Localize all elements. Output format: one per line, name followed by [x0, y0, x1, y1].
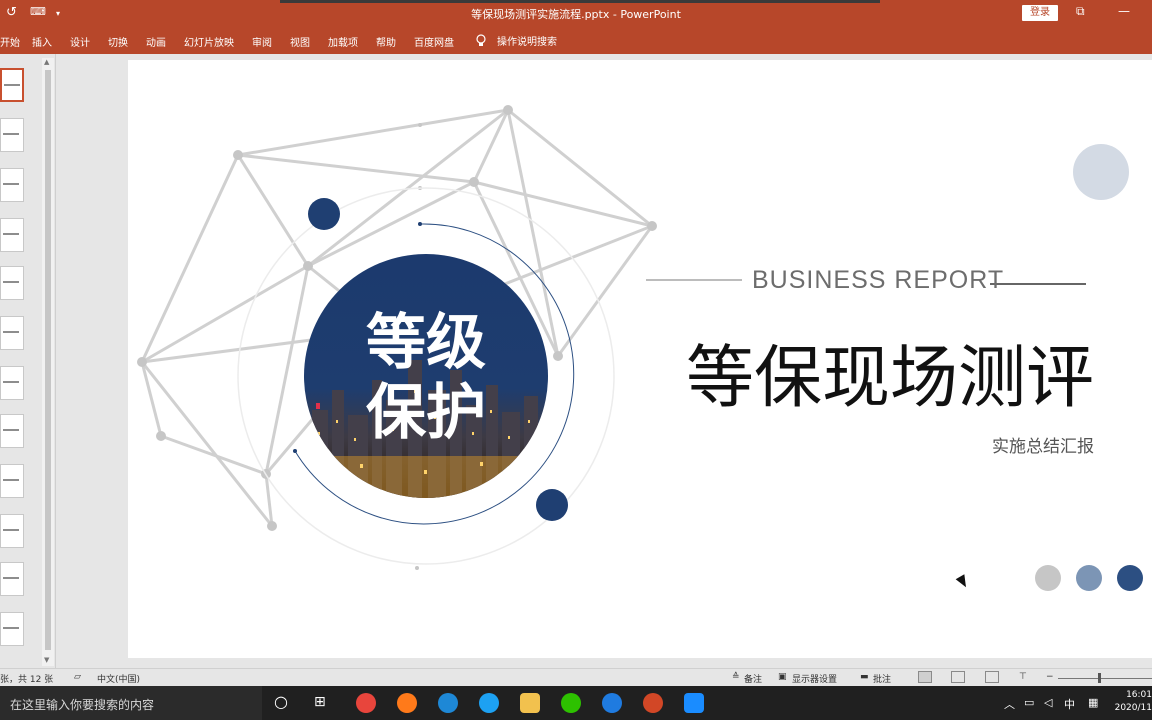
powerpoint-icon[interactable]: [643, 693, 663, 713]
display-settings-icon[interactable]: ▣: [778, 672, 787, 682]
slide-canvas[interactable]: 等级 保护 BUSINESS REPORT 等保现场测评 实施总结汇报: [128, 60, 1152, 658]
spellcheck-icon[interactable]: ▱: [74, 672, 81, 682]
ime-indicator[interactable]: 中: [1064, 696, 1075, 712]
grey-dot: [1035, 565, 1061, 591]
zoom-out-icon[interactable]: −: [1046, 672, 1054, 682]
comments-icon[interactable]: ▬: [860, 672, 869, 682]
battery-icon[interactable]: ▭: [1024, 696, 1034, 709]
task-view-icon[interactable]: ⊞: [314, 694, 326, 710]
clock-date: 2020/11: [1114, 703, 1152, 713]
thumbnail-scrollbar[interactable]: ▲ ▼: [42, 58, 54, 666]
keyboard-layout-icon[interactable]: ▦: [1088, 696, 1098, 709]
window-title: 等保现场测评实施流程.pptx - PowerPoint: [471, 8, 681, 21]
notes-button[interactable]: 备注: [744, 672, 762, 685]
lightbulb-icon: [476, 34, 486, 46]
taskbar-clock[interactable]: 16:01 2020/11: [1110, 689, 1152, 715]
tab-review[interactable]: 审阅: [252, 34, 272, 49]
display-settings-button[interactable]: 显示器设置: [792, 672, 837, 685]
internet-explorer-icon[interactable]: [479, 693, 499, 713]
tab-design[interactable]: 设计: [70, 34, 90, 49]
slide-thumbnail[interactable]: [0, 464, 24, 498]
slide-thumbnail[interactable]: [0, 562, 24, 596]
taskbar-search-placeholder: 在这里输入你要搜索的内容: [10, 698, 155, 712]
calendar-app-icon[interactable]: [684, 693, 704, 713]
navy-dot: [308, 198, 340, 230]
title-bar: ↺ ⌨ ▾ 等保现场测评实施流程.pptx - PowerPoint 登录 ⧉ …: [0, 0, 1152, 28]
slide-thumbnail[interactable]: [0, 414, 24, 448]
edge-icon[interactable]: [438, 693, 458, 713]
tab-help[interactable]: 帮助: [376, 34, 396, 49]
slide-title[interactable]: 等保现场测评: [686, 322, 1094, 421]
business-report-text[interactable]: BUSINESS REPORT: [752, 266, 1004, 295]
zoom-slider-handle[interactable]: [1098, 673, 1101, 683]
slide-thumbnail[interactable]: [0, 118, 24, 152]
windows-taskbar: 在这里输入你要搜索的内容 ○ ⊞ ︿ ▭ ◁ 中 ▦ 16:01 2020/11: [0, 686, 1152, 720]
slide-thumbnail[interactable]: [0, 514, 24, 548]
badge-line-1: 等级: [366, 308, 486, 378]
chrome-icon[interactable]: [356, 693, 376, 713]
notes-icon[interactable]: ≙: [732, 672, 740, 682]
slide-count: 张，共 12 张: [0, 675, 54, 685]
ribbon-display-options-icon[interactable]: ⧉: [1076, 4, 1085, 19]
badge-text[interactable]: 等级 保护: [304, 308, 548, 448]
normal-view-icon[interactable]: [918, 671, 932, 683]
status-bar: 张，共 12 张 ▱ 中文(中国) ≙ 备注 ▣ 显示器设置 ▬ 批注 ⊤ −: [0, 668, 1152, 686]
navy-dot: [536, 489, 568, 521]
slide-subtitle[interactable]: 实施总结汇报: [992, 432, 1094, 457]
tab-baidu-netdisk[interactable]: 百度网盘: [414, 34, 454, 49]
tell-me-search[interactable]: 操作说明搜索: [497, 33, 557, 48]
slide-thumbnail[interactable]: [0, 168, 24, 202]
tray-expand-icon[interactable]: ︿: [1004, 696, 1015, 712]
slide-thumbnail[interactable]: [0, 68, 24, 102]
firefox-icon[interactable]: [397, 693, 417, 713]
tab-insert[interactable]: 插入: [32, 34, 52, 49]
ribbon-tabs: 开始 插入 设计 切换 动画 幻灯片放映 审阅 视图 加载项 帮助 百度网盘 操…: [0, 28, 1152, 54]
comments-button[interactable]: 批注: [873, 672, 891, 685]
tab-animations[interactable]: 动画: [146, 34, 166, 49]
clock-time: 16:01: [1126, 690, 1152, 700]
dark-blue-dot: [1117, 565, 1143, 591]
zoom-slider[interactable]: [1058, 678, 1152, 679]
tab-transitions[interactable]: 切换: [108, 34, 128, 49]
slide-thumbnail[interactable]: [0, 612, 24, 646]
scroll-down-icon[interactable]: ▼: [44, 656, 49, 664]
reading-view-icon[interactable]: [985, 671, 999, 683]
title-bar-accent: [280, 0, 880, 3]
light-blue-circle: [1073, 144, 1129, 200]
tab-addins[interactable]: 加载项: [328, 34, 358, 49]
minimize-button[interactable]: —: [1118, 4, 1130, 18]
taskbar-search-box[interactable]: 在这里输入你要搜索的内容: [0, 686, 262, 720]
volume-icon[interactable]: ◁: [1044, 696, 1052, 709]
file-explorer-icon[interactable]: [520, 693, 540, 713]
tab-home[interactable]: 开始: [0, 34, 20, 49]
cortana-icon[interactable]: ○: [274, 692, 288, 711]
slideshow-view-icon[interactable]: ⊤: [1019, 672, 1027, 682]
feishu-icon[interactable]: [602, 693, 622, 713]
wechat-icon[interactable]: [561, 693, 581, 713]
slide-thumbnail[interactable]: [0, 218, 24, 252]
login-button[interactable]: 登录: [1022, 5, 1058, 21]
tab-slideshow[interactable]: 幻灯片放映: [184, 34, 234, 49]
badge-line-2: 保护: [366, 378, 486, 448]
mid-blue-dot: [1076, 565, 1102, 591]
slide-thumbnail[interactable]: [0, 316, 24, 350]
scroll-up-icon[interactable]: ▲: [44, 58, 49, 66]
slide-thumbnail[interactable]: [0, 366, 24, 400]
slide-thumbnail[interactable]: [0, 266, 24, 300]
language-indicator[interactable]: 中文(中国): [97, 672, 140, 685]
slide-sorter-view-icon[interactable]: [951, 671, 965, 683]
scrollbar-thumb[interactable]: [45, 70, 51, 650]
tab-view[interactable]: 视图: [290, 34, 310, 49]
